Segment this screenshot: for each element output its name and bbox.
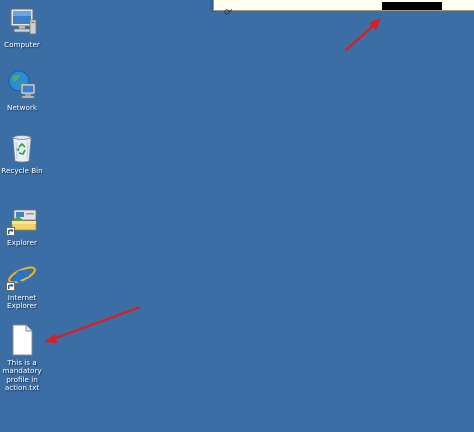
annotation-arrows	[44, 18, 381, 343]
desktop[interactable]: Computer Network Recycle Bin Explorer e …	[0, 0, 474, 432]
arrow-to-topbar	[345, 18, 381, 51]
arrow-to-text-file	[44, 305, 141, 343]
